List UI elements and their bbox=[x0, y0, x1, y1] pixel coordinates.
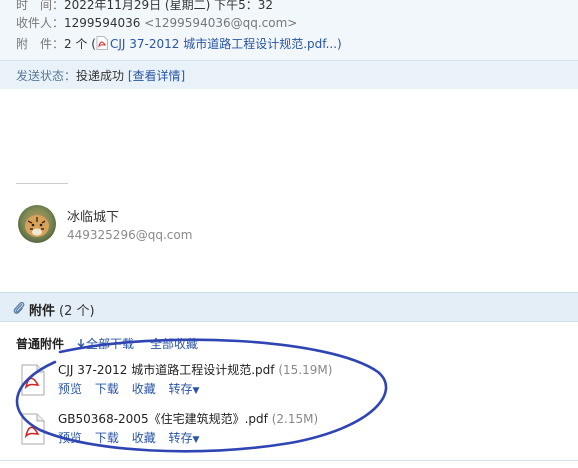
attachments-title: 附件 bbox=[29, 304, 56, 319]
forward-label: 转存 bbox=[168, 382, 193, 396]
favorite-link[interactable]: 收藏 bbox=[132, 431, 156, 445]
attach-more-link[interactable]: ...) bbox=[326, 37, 342, 51]
sender-name: 冰临城下 bbox=[67, 210, 120, 225]
bottom-divider bbox=[0, 460, 578, 461]
attach-label: 附 件： bbox=[16, 37, 65, 51]
attachments-count: (2 个) bbox=[59, 304, 95, 319]
forward-dropdown[interactable]: 转存▼ bbox=[169, 431, 209, 445]
pdf-file-icon[interactable] bbox=[20, 413, 46, 445]
download-all-label: 全部下载 bbox=[86, 337, 135, 351]
sender-avatar[interactable] bbox=[18, 205, 56, 243]
time-label: 时 间： bbox=[16, 0, 65, 12]
attachment-actions: 预览 下载 收藏 转存▼ bbox=[58, 380, 217, 397]
mail-header: 时 间：2022年11月29日 (星期二) 下午5：32 收件人：1299594… bbox=[0, 0, 578, 89]
attachment-actions: 预览 下载 收藏 转存▼ bbox=[58, 429, 217, 446]
attachment-filename: GB50368-2005《住宅建筑规范》.pdf bbox=[58, 412, 268, 426]
tiger-avatar-icon bbox=[18, 205, 56, 243]
attachments-body: 普通附件 全部下载 全部收藏 CJJ 37-2012 城市道路工程设计规范.pd… bbox=[0, 322, 578, 460]
status-value: 投递成功 bbox=[76, 69, 125, 83]
favorite-all-button[interactable]: 全部收藏 bbox=[150, 335, 198, 352]
send-status-bar: 发送状态：投递成功 [查看详情] bbox=[0, 60, 578, 89]
view-details-link[interactable]: [查看详情] bbox=[128, 69, 185, 83]
attachment-summary-row: 附 件：2 个 ( CJJ 37-2012 城市道路工程设计规范.pdf...) bbox=[16, 35, 342, 53]
download-arrow-icon bbox=[77, 339, 85, 348]
attachment-name[interactable]: CJJ 37-2012 城市道路工程设计规范.pdf (15.19M) bbox=[58, 361, 332, 378]
signature-divider bbox=[16, 183, 68, 184]
attachment-size: (15.19M) bbox=[278, 363, 333, 377]
attach-count-text: 2 个 ( bbox=[64, 37, 96, 51]
attachment-name[interactable]: GB50368-2005《住宅建筑规范》.pdf (2.15M) bbox=[58, 410, 318, 427]
status-label: 发送状态： bbox=[16, 69, 77, 83]
pdf-mini-icon bbox=[96, 36, 108, 50]
preview-link[interactable]: 预览 bbox=[58, 431, 82, 445]
attachment-item: CJJ 37-2012 城市道路工程设计规范.pdf (15.19M) 预览 下… bbox=[16, 361, 556, 401]
recipient-label: 收件人： bbox=[16, 16, 65, 30]
download-link[interactable]: 下载 bbox=[95, 382, 119, 396]
recipient-name: 1299594036 bbox=[64, 16, 141, 30]
download-link[interactable]: 下载 bbox=[95, 431, 119, 445]
status-row: 发送状态：投递成功 [查看详情] bbox=[16, 67, 185, 85]
attachment-item: GB50368-2005《住宅建筑规范》.pdf (2.15M) 预览 下载 收… bbox=[16, 410, 556, 450]
chevron-down-icon: ▼ bbox=[192, 386, 200, 396]
sender-email: 449325296@qq.com bbox=[67, 228, 193, 242]
attachment-kind-label: 普通附件 bbox=[16, 337, 65, 351]
preview-link[interactable]: 预览 bbox=[58, 382, 82, 396]
recipient-row: 收件人：1299594036 <1299594036@qq.com> bbox=[16, 14, 297, 32]
recipient-email: <1299594036@qq.com> bbox=[144, 16, 298, 30]
time-row: 时 间：2022年11月29日 (星期二) 下午5：32 bbox=[16, 0, 273, 14]
attachment-filename: CJJ 37-2012 城市道路工程设计规范.pdf bbox=[58, 363, 275, 377]
attachment-size: (2.15M) bbox=[271, 412, 319, 426]
attach-file-link[interactable]: CJJ 37-2012 城市道路工程设计规范.pdf bbox=[110, 37, 326, 51]
download-all-button[interactable]: 全部下载 bbox=[76, 335, 134, 352]
pdf-file-icon[interactable] bbox=[20, 364, 46, 396]
paperclip-icon bbox=[13, 301, 25, 314]
forward-dropdown[interactable]: 转存▼ bbox=[169, 382, 209, 396]
attachments-header: 附件 (2 个) bbox=[0, 292, 578, 322]
forward-label: 转存 bbox=[168, 431, 193, 445]
favorite-link[interactable]: 收藏 bbox=[132, 382, 156, 396]
time-value: 2022年11月29日 (星期二) 下午5：32 bbox=[64, 0, 273, 12]
chevron-down-icon: ▼ bbox=[192, 435, 200, 445]
